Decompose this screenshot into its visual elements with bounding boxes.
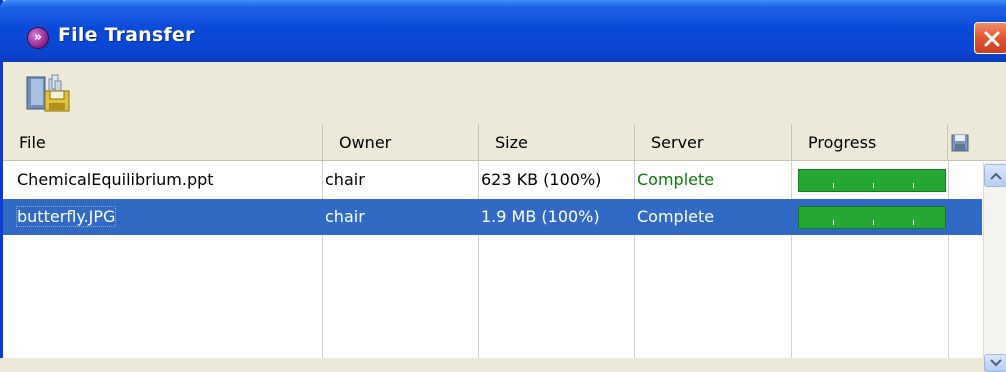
owner-cell: chair (325, 170, 365, 189)
chevron-up-icon (990, 172, 1002, 180)
vertical-scrollbar[interactable] (983, 162, 1006, 372)
progress-bar (798, 169, 946, 192)
progress-tick (833, 220, 834, 225)
progress-tick (913, 220, 914, 225)
transfer-table: File Owner Size Server Progress Chemical… (3, 124, 1006, 372)
file-transfer-window: » File Transfer File Owner Size Server P… (0, 0, 1006, 372)
column-header-size[interactable]: Size (479, 124, 635, 161)
progress-tick (833, 183, 834, 188)
file-name: butterfly.JPG (15, 206, 117, 227)
owner-cell: chair (325, 207, 365, 226)
column-header-file[interactable]: File (3, 124, 323, 161)
progress-tick (873, 220, 874, 225)
save-transfer-icon (26, 74, 70, 112)
app-logo-icon: » (27, 27, 49, 49)
toolbar (3, 62, 1006, 124)
column-header-server[interactable]: Server (635, 124, 792, 161)
chevron-down-icon (990, 359, 1002, 367)
close-button[interactable] (974, 22, 1006, 54)
table-header: File Owner Size Server Progress (3, 124, 1006, 161)
save-transfer-button[interactable] (25, 73, 71, 113)
size-cell: 1.9 MB (100%) (481, 207, 600, 226)
progress-tick (913, 183, 914, 188)
disk-icon (951, 134, 969, 152)
server-status: Complete (637, 170, 715, 189)
progress-tick (873, 183, 874, 188)
scroll-down-button[interactable] (984, 354, 1006, 372)
window-title: File Transfer (58, 24, 195, 46)
scroll-up-button[interactable] (984, 164, 1006, 187)
close-icon (984, 31, 1000, 47)
progress-bar (798, 206, 946, 229)
column-header-owner[interactable]: Owner (323, 124, 479, 161)
file-name: ChemicalEquilibrium.ppt (17, 170, 214, 189)
size-cell: 623 KB (100%) (481, 170, 602, 189)
table-row-selected[interactable]: butterfly.JPG chair 1.9 MB (100%) Comple… (3, 199, 982, 235)
server-status: Complete (637, 207, 715, 226)
column-header-progress[interactable]: Progress (792, 124, 948, 161)
table-row[interactable]: ChemicalEquilibrium.ppt chair 623 KB (10… (3, 162, 982, 198)
title-bar[interactable]: » File Transfer (0, 0, 1006, 62)
